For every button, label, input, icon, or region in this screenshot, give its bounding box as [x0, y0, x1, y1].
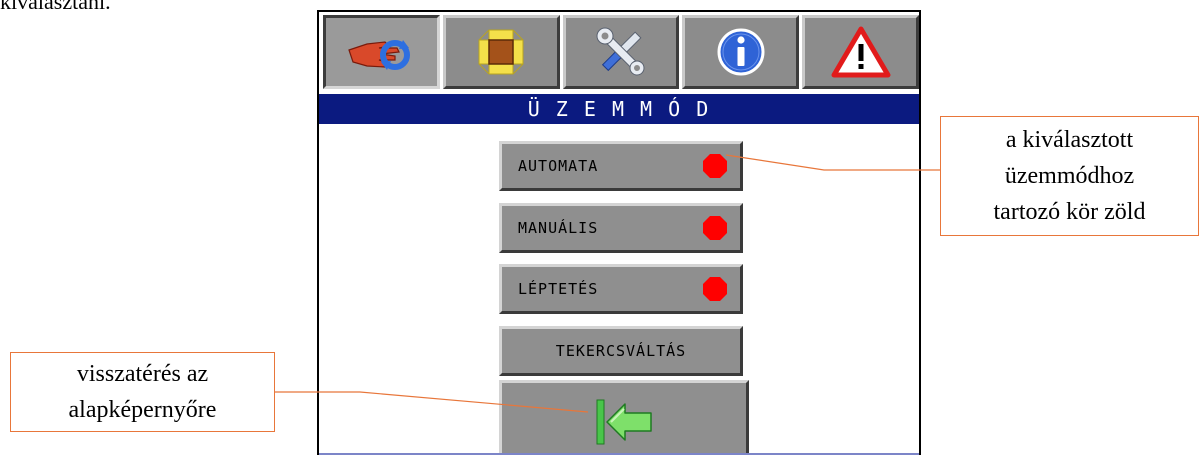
page-title: Ü Z E M M Ó D: [319, 94, 919, 124]
tab-coil[interactable]: [442, 15, 560, 89]
tab-settings[interactable]: [562, 15, 680, 89]
coil-icon: [478, 29, 524, 75]
back-button[interactable]: [499, 380, 749, 455]
mode-label: LÉPTETÉS: [518, 280, 599, 298]
callout-line: alapképernyőre: [68, 397, 217, 423]
mode-label: AUTOMATA: [518, 157, 599, 175]
tools-icon: [596, 27, 645, 76]
tab-info[interactable]: [682, 15, 800, 89]
callout-line: a kiválasztott: [1005, 127, 1134, 153]
green-back-arrow-icon: [596, 399, 652, 444]
mode-button-tekercsvaltas[interactable]: TEKERCSVÁLTÁS: [499, 326, 743, 376]
mode-label: TEKERCSVÁLTÁS: [555, 342, 687, 360]
status-indicator-red-icon: [703, 216, 727, 240]
mode-button-automata[interactable]: AUTOMATA: [499, 141, 743, 191]
mode-label: MANUÁLIS: [518, 219, 599, 237]
hmi-screen: Ü Z E M M Ó D AUTOMATA MANUÁLIS LÉPTETÉS…: [317, 10, 921, 455]
top-text: kiválasztani.: [0, 0, 111, 14]
callout-back-note: visszatérés az alapképernyőre: [10, 352, 275, 432]
callout-line: tartozó kör zöld: [993, 199, 1146, 225]
callout-line: üzemmódhoz: [1004, 163, 1135, 189]
tab-bar: [323, 15, 919, 89]
warning-icon: [831, 26, 891, 78]
tab-operating-mode[interactable]: [323, 15, 440, 89]
callout-line: visszatérés az: [76, 361, 209, 387]
tab-alarms[interactable]: [802, 15, 919, 89]
mode-button-leptetes[interactable]: LÉPTETÉS: [499, 264, 743, 314]
callout-indicator-note: a kiválasztott üzemmódhoz tartozó kör zö…: [940, 116, 1199, 236]
hand-cycle-icon: [348, 40, 411, 70]
status-indicator-red-icon: [703, 277, 727, 301]
info-icon: [717, 28, 765, 76]
mode-button-manualis[interactable]: MANUÁLIS: [499, 203, 743, 253]
status-indicator-red-icon: [703, 154, 727, 178]
